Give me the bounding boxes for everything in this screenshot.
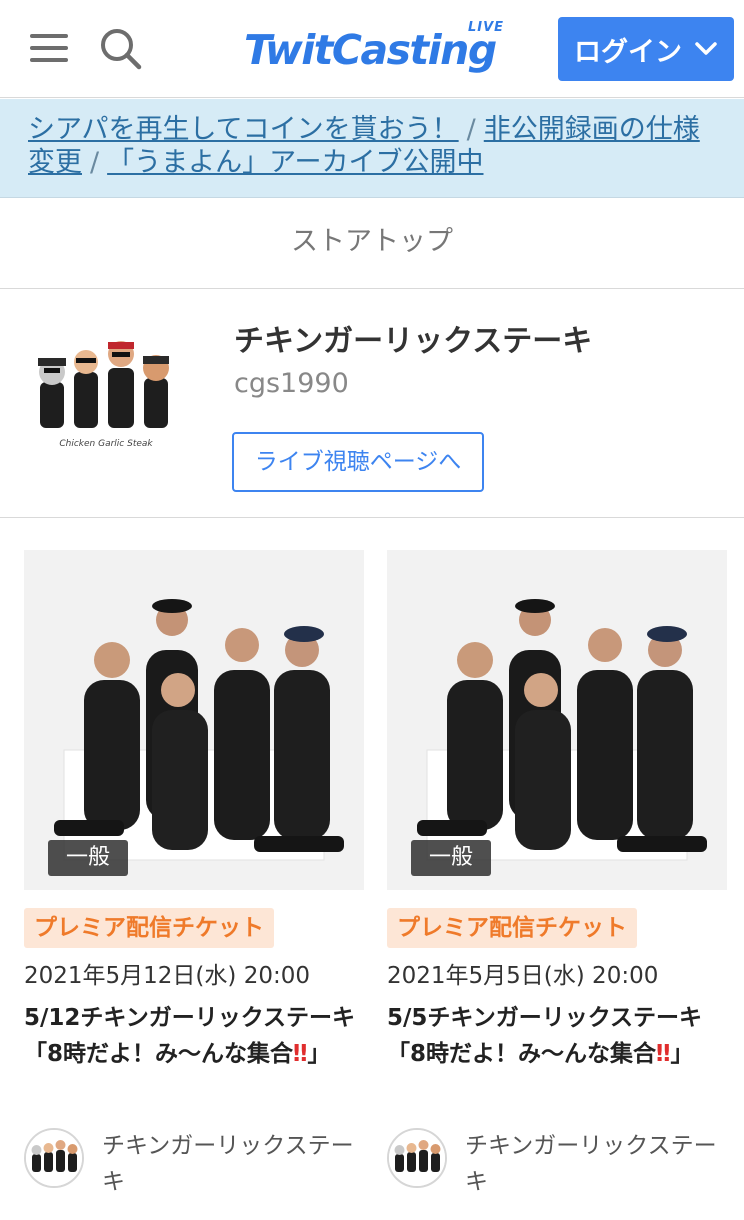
avatar-caption: Chicken Garlic Steak	[59, 439, 153, 449]
event-date: 2021年5月5日(水) 20:00	[387, 963, 659, 989]
login-button[interactable]: ログイン	[558, 17, 734, 81]
event-title[interactable]: 5/5チキンガーリックステーキ「8時だよ！み〜んな集合‼」	[387, 1000, 727, 1072]
event-title-suffix: 」	[670, 1041, 694, 1067]
notice-separator: /	[90, 147, 100, 178]
login-button-label: ログイン	[574, 36, 682, 68]
avatar[interactable]: Chicken Garlic Steak	[26, 312, 186, 472]
ticket-thumbnail[interactable]: 一般	[24, 550, 364, 890]
general-badge: 一般	[411, 840, 491, 876]
double-exclamation-icon: ‼	[656, 1041, 671, 1067]
logo-live-badge: LIVE	[468, 20, 505, 35]
ticket-thumbnail[interactable]: 一般	[387, 550, 727, 890]
event-title-suffix: 」	[307, 1041, 331, 1067]
logo-text: TwitCasting	[244, 26, 497, 74]
app-header: TwitCasting LIVE ログイン	[0, 0, 744, 98]
premium-ticket-badge: プレミア配信チケット	[387, 908, 637, 948]
live-page-button[interactable]: ライブ視聴ページへ	[232, 432, 484, 492]
chevron-down-icon	[695, 42, 717, 55]
event-title[interactable]: 5/12チキンガーリックステーキ「8時だよ！み〜んな集合‼」	[24, 1000, 364, 1072]
notice-link-umayon[interactable]: 「うまよん」アーカイブ公開中	[107, 147, 483, 178]
hamburger-menu-icon[interactable]	[28, 30, 72, 66]
notice-link-shiapa[interactable]: シアパを再生してコインを貰おう！	[28, 114, 459, 145]
double-exclamation-icon: ‼	[293, 1041, 308, 1067]
author-name: チキンガーリックステーキ	[465, 1133, 717, 1195]
user-id: cgs1990	[234, 368, 349, 399]
author-name: チキンガーリックステーキ	[102, 1133, 354, 1195]
card-author[interactable]: チキンガーリックステーキ	[24, 1128, 364, 1195]
profile-section: Chicken Garlic Steak チキンガーリックステーキ cgs199…	[0, 290, 744, 518]
notice-bar: シアパを再生してコインを貰おう！ / 非公開録画の仕様変更 / 「うまよん」アーカイブ公…	[0, 99, 744, 198]
general-badge: 一般	[48, 840, 128, 876]
card-author[interactable]: チキンガーリックステーキ	[387, 1128, 727, 1195]
event-date: 2021年5月12日(水) 20:00	[24, 963, 310, 989]
avatar	[24, 1128, 84, 1188]
notice-separator: /	[466, 114, 476, 145]
avatar	[387, 1128, 447, 1188]
premium-ticket-badge: プレミア配信チケット	[24, 908, 274, 948]
search-icon[interactable]	[98, 26, 144, 72]
event-title-text: 5/5チキンガーリックステーキ「8時だよ！み〜んな集合	[387, 1005, 703, 1067]
store-top-link[interactable]: ストアトップ	[0, 199, 744, 289]
twitcasting-logo[interactable]: TwitCasting LIVE	[244, 20, 510, 80]
user-name: チキンガーリックステーキ	[234, 324, 593, 359]
